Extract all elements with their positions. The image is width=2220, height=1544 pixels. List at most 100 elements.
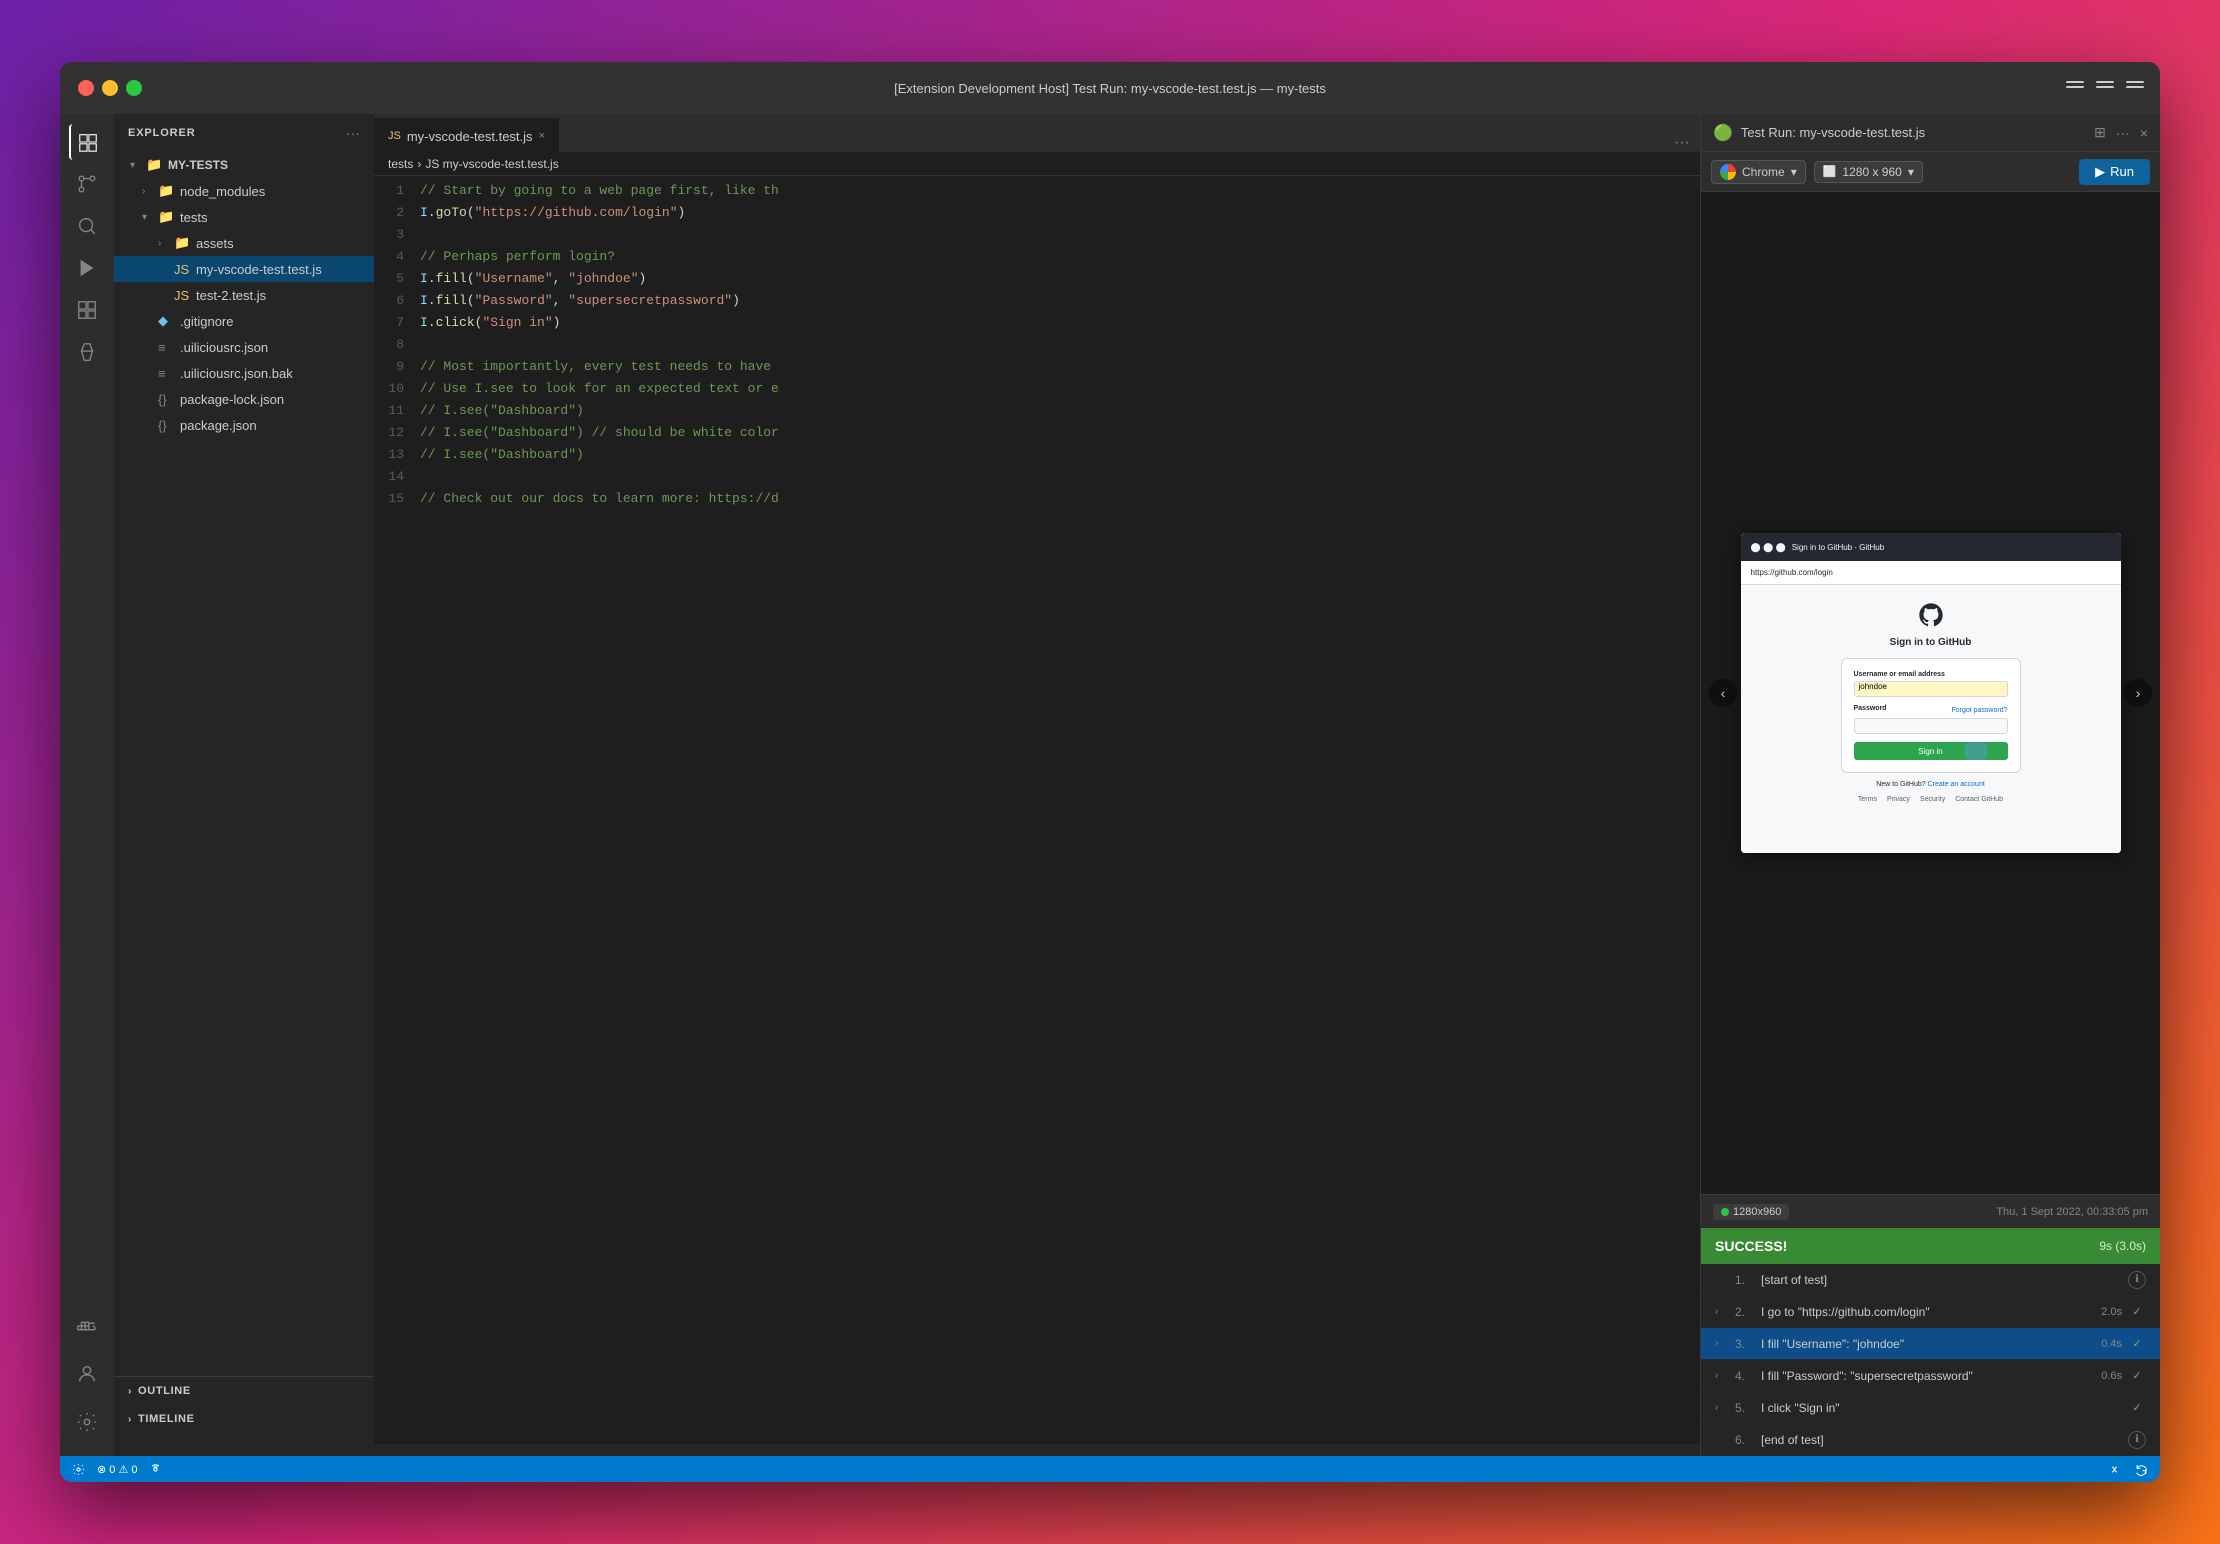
tree-uiliciousrc-bak[interactable]: ≡ .uiliciousrc.json.bak (114, 360, 374, 386)
line-numbers: 12345 678910 1112131415 (374, 176, 416, 1444)
test-step-list: 1. [start of test] ℹ › 2. I go to "https… (1701, 1264, 2160, 1456)
password-input[interactable] (1854, 718, 2008, 734)
sidebar-more-icon[interactable]: ··· (346, 125, 360, 141)
username-label: Username or email address (1854, 671, 2008, 678)
status-errors[interactable]: ⊗ 0 ⚠ 0 (97, 1463, 137, 1476)
panel-close-icon[interactable]: × (2140, 125, 2148, 141)
code-line-9: // Most importantly, every test needs to… (416, 356, 1700, 378)
test-results: SUCCESS! 9s (3.0s) 1. [start of test] ℹ … (1701, 1228, 2160, 1456)
tree-node-modules[interactable]: › 📁 node_modules (114, 178, 374, 204)
layout-icon-2[interactable] (2096, 81, 2114, 95)
username-input[interactable]: johndoe (1854, 681, 2008, 697)
test-step-4[interactable]: › 4. I fill "Password": "supersecretpass… (1701, 1360, 2160, 1392)
status-refresh-icon[interactable] (2135, 1463, 2148, 1476)
activity-source-control[interactable] (69, 166, 105, 202)
github-login-page: ⬤ ⬤ ⬤ Sign in to GitHub · GitHub https:/… (1741, 533, 2121, 853)
activity-bottom-icons (69, 1308, 105, 1456)
tree-uiliciousrc[interactable]: ≡ .uiliciousrc.json (114, 334, 374, 360)
screenshot-frame: ⬤ ⬤ ⬤ Sign in to GitHub · GitHub https:/… (1741, 533, 2121, 853)
activity-docker[interactable] (69, 1308, 105, 1344)
code-line-2: I.goTo("https://github.com/login") (416, 202, 1700, 224)
password-row: Password Forgot password? (1854, 705, 2008, 715)
tree-package-json[interactable]: {} package.json (114, 412, 374, 438)
test-step-3[interactable]: › 3. I fill "Username": "johndoe" 0.4s ✓ (1701, 1328, 2160, 1360)
timeline-header[interactable]: › TIMELINE (114, 1405, 374, 1433)
activity-extensions[interactable] (69, 292, 105, 328)
github-logo (1917, 601, 1945, 629)
layout-icon-1[interactable] (2066, 81, 2084, 95)
password-label: Password (1854, 705, 1887, 712)
run-button[interactable]: ▶ Run (2079, 159, 2150, 185)
tree-test2-file[interactable]: JS test-2.test.js (114, 282, 374, 308)
browser-url-bar: https://github.com/login (1741, 561, 2121, 585)
success-bar: SUCCESS! 9s (3.0s) (1701, 1228, 2160, 1264)
layout-icon-3[interactable] (2126, 81, 2144, 95)
forgot-password-link[interactable]: Forgot password? (1951, 707, 2007, 714)
panel-more-icon[interactable]: ··· (2116, 125, 2130, 141)
activity-account[interactable] (69, 1356, 105, 1392)
tree-tests-folder[interactable]: ▾ 📁 tests (114, 204, 374, 230)
activity-testing[interactable] (69, 334, 105, 370)
resolution-icon: ⬜ (1823, 165, 1837, 178)
test-step-6[interactable]: 6. [end of test] ℹ (1701, 1424, 2160, 1456)
step-duration-4: 0.6s (2101, 1370, 2122, 1382)
activity-settings[interactable] (69, 1404, 105, 1440)
panel-title: Test Run: my-vscode-test.test.js (1741, 125, 2086, 140)
tab-filename: my-vscode-test.test.js (407, 129, 533, 144)
panel-split-icon[interactable]: ⊞ (2094, 124, 2106, 141)
panel-title-icon: 🟢 (1713, 123, 1733, 143)
footer-security[interactable]: Security (1920, 796, 1945, 803)
activity-explorer[interactable] (69, 124, 105, 160)
tree-main-test-file[interactable]: JS my-vscode-test.test.js (114, 256, 374, 282)
code-line-6: I.fill("Password", "supersecretpassword"… (416, 290, 1700, 312)
test-step-1[interactable]: 1. [start of test] ℹ (1701, 1264, 2160, 1296)
footer-privacy[interactable]: Privacy (1887, 796, 1910, 803)
tree-gitignore[interactable]: ◆ .gitignore (114, 308, 374, 334)
editor-tab-main[interactable]: JS my-vscode-test.test.js × (374, 118, 559, 152)
browser-label: Chrome (1742, 165, 1785, 179)
step-desc-1: [start of test] (1761, 1273, 2122, 1287)
step-status-5: ✓ (2128, 1399, 2146, 1417)
status-settings[interactable] (72, 1463, 85, 1476)
tree-package-lock[interactable]: {} package-lock.json (114, 386, 374, 412)
signin-button[interactable]: Sign in (1854, 742, 2008, 760)
tab-close-icon[interactable]: × (539, 130, 545, 142)
close-button[interactable] (78, 80, 94, 96)
success-label: SUCCESS! (1715, 1238, 1787, 1254)
tree-assets-folder[interactable]: › 📁 assets (114, 230, 374, 256)
tree-root[interactable]: ▾ 📁 MY-TESTS (114, 152, 374, 178)
code-editor[interactable]: 12345 678910 1112131415 // Start by goin… (374, 176, 1700, 1444)
screenshot-next-button[interactable]: › (2124, 679, 2152, 707)
step-chevron-3: › (1715, 1338, 1729, 1349)
code-line-11: // I.see("Dashboard") (416, 400, 1700, 422)
editor-tab-bar: JS my-vscode-test.test.js × ··· (374, 114, 1700, 152)
browser-select[interactable]: Chrome ▾ (1711, 160, 1806, 184)
errors-warnings-text: ⊗ 0 ⚠ 0 (97, 1463, 137, 1476)
test-step-5[interactable]: › 5. I click "Sign in" ✓ (1701, 1392, 2160, 1424)
window-title: [Extension Development Host] Test Run: m… (894, 81, 1326, 96)
footer-contact[interactable]: Contact GitHub (1955, 796, 2003, 803)
status-broadcast[interactable] (149, 1463, 162, 1476)
create-account-link[interactable]: Create an account (1928, 781, 1985, 788)
step-desc-2: I go to "https://github.com/login" (1761, 1305, 2095, 1319)
outline-header[interactable]: › OUTLINE (114, 1377, 374, 1405)
status-remote-icon[interactable] (2108, 1463, 2121, 1476)
step-num-2: 2. (1735, 1305, 1755, 1319)
metadata-timestamp: Thu, 1 Sept 2022, 00:33:05 pm (1996, 1206, 2148, 1218)
minimize-button[interactable] (102, 80, 118, 96)
test-step-2[interactable]: › 2. I go to "https://github.com/login" … (1701, 1296, 2160, 1328)
resolution-badge: 1280x960 (1713, 1204, 1789, 1220)
screenshot-prev-button[interactable]: ‹ (1709, 679, 1737, 707)
activity-search[interactable] (69, 208, 105, 244)
maximize-button[interactable] (126, 80, 142, 96)
editor-scrollbar[interactable] (374, 1444, 1700, 1456)
browser-header-bar: ⬤ ⬤ ⬤ Sign in to GitHub · GitHub (1741, 533, 2121, 561)
footer-terms[interactable]: Terms (1858, 796, 1877, 803)
step-num-1: 1. (1735, 1273, 1755, 1287)
resolution-chevron-icon: ▾ (1908, 165, 1914, 179)
resolution-label: 1280 x 960 (1842, 165, 1901, 179)
step-status-2: ✓ (2128, 1303, 2146, 1321)
resolution-select[interactable]: ⬜ 1280 x 960 ▾ (1814, 161, 1923, 183)
tab-more-button[interactable]: ··· (1674, 134, 1700, 152)
activity-run-debug[interactable] (69, 250, 105, 286)
